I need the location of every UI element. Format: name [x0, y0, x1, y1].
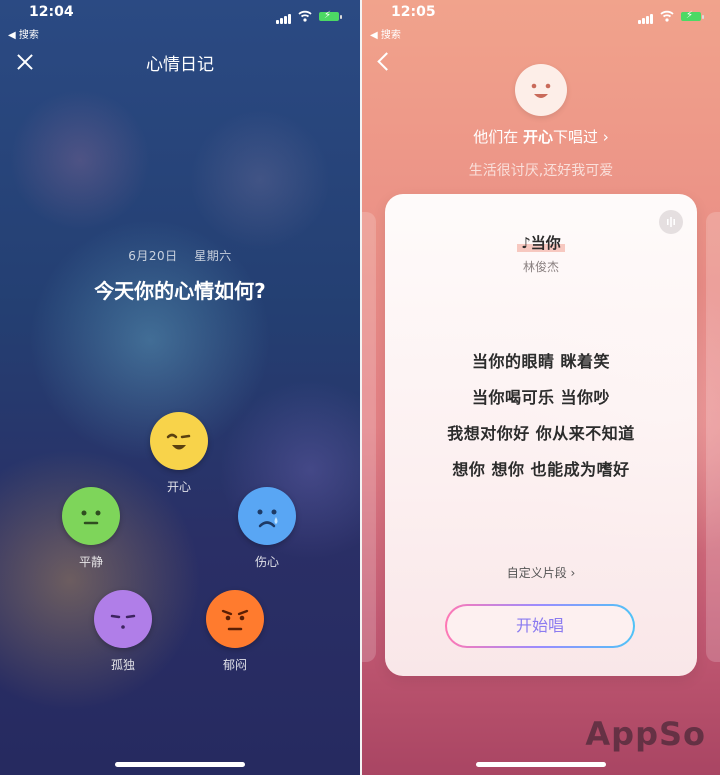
they-sang-link[interactable]: 他们在 开心下唱过 ›	[362, 126, 720, 147]
custom-segment-link[interactable]: 自定义片段 ›	[385, 564, 697, 581]
next-card-peek[interactable]	[706, 212, 720, 662]
gloomy-face-icon	[206, 590, 264, 648]
page-title: 心情日记	[146, 55, 214, 75]
wifi-icon	[660, 10, 674, 22]
mood-option-happy[interactable]: 开心	[150, 412, 208, 495]
back-to-search-link[interactable]: ◀ 搜索	[8, 26, 39, 41]
calm-face-icon	[62, 487, 120, 545]
happy-mood-avatar-icon	[515, 64, 567, 116]
battery-icon: ⚡	[681, 10, 704, 21]
appso-watermark: AppSo	[585, 715, 706, 753]
song-title: ♪当你	[385, 232, 697, 253]
mood-label-calm: 平静	[78, 555, 103, 569]
lyric-line: 想你 想你 也能成为嗜好	[452, 460, 630, 479]
mood-option-lonely[interactable]: 孤独	[94, 590, 152, 673]
mood-label-lonely: 孤独	[110, 658, 135, 672]
mood-label-gloomy: 郁闷	[222, 658, 247, 672]
music-note-icon: ♪	[521, 234, 531, 252]
lyric-line: 当你喝可乐 当你吵	[471, 388, 611, 407]
song-card: ♪当你 林俊杰 当你的眼睛 眯着笑 当你喝可乐 当你吵 我想对你好 你从来不知道…	[385, 194, 697, 676]
lyric-line: 我想对你好 你从来不知道	[447, 424, 635, 443]
song-suggestion-screen: 12:05 ◀ 搜索 ⚡ 他们在 开心下唱过 › 生活很讨厌,还好我可爱 ♪当你…	[362, 0, 720, 775]
lyric-line: 当你的眼睛 眯着笑	[471, 352, 611, 371]
signal-icon	[638, 20, 641, 24]
home-indicator[interactable]	[115, 762, 245, 767]
home-indicator[interactable]	[476, 762, 606, 767]
back-to-search-link[interactable]: ◀ 搜索	[370, 26, 401, 41]
status-time: 12:05	[391, 4, 436, 20]
mood-label-happy: 开心	[166, 480, 191, 494]
sad-face-icon	[238, 487, 296, 545]
mood-diary-screen: 12:04 ◀ 搜索 ⚡ 心情日记 6月20日 星期六 今天你的心情如何? 开心	[0, 0, 360, 775]
happy-face-icon	[150, 412, 208, 470]
date-line: 6月20日 星期六	[0, 247, 360, 264]
mood-option-calm[interactable]: 平静	[62, 487, 120, 570]
signal-icon	[276, 20, 279, 24]
mood-label-sad: 伤心	[254, 555, 279, 569]
status-time: 12:04	[29, 4, 74, 20]
back-chevron-icon[interactable]	[377, 52, 396, 71]
date-weekday: 星期六	[194, 249, 232, 263]
start-singing-button[interactable]: 开始唱	[445, 604, 635, 648]
previous-card-peek[interactable]	[362, 212, 376, 662]
mood-option-sad[interactable]: 伤心	[238, 487, 296, 570]
mood-name: 开心	[523, 128, 554, 146]
battery-icon: ⚡	[319, 10, 342, 21]
sound-wave-icon[interactable]	[659, 210, 683, 234]
artist-name: 林俊杰	[522, 260, 559, 274]
mood-question: 今天你的心情如何?	[94, 279, 266, 303]
lonely-face-icon	[94, 590, 152, 648]
date-day: 6月20日	[128, 249, 178, 263]
wifi-icon	[298, 10, 312, 22]
tagline: 生活很讨厌,还好我可爱	[468, 163, 614, 179]
mood-option-gloomy[interactable]: 郁闷	[206, 590, 264, 673]
